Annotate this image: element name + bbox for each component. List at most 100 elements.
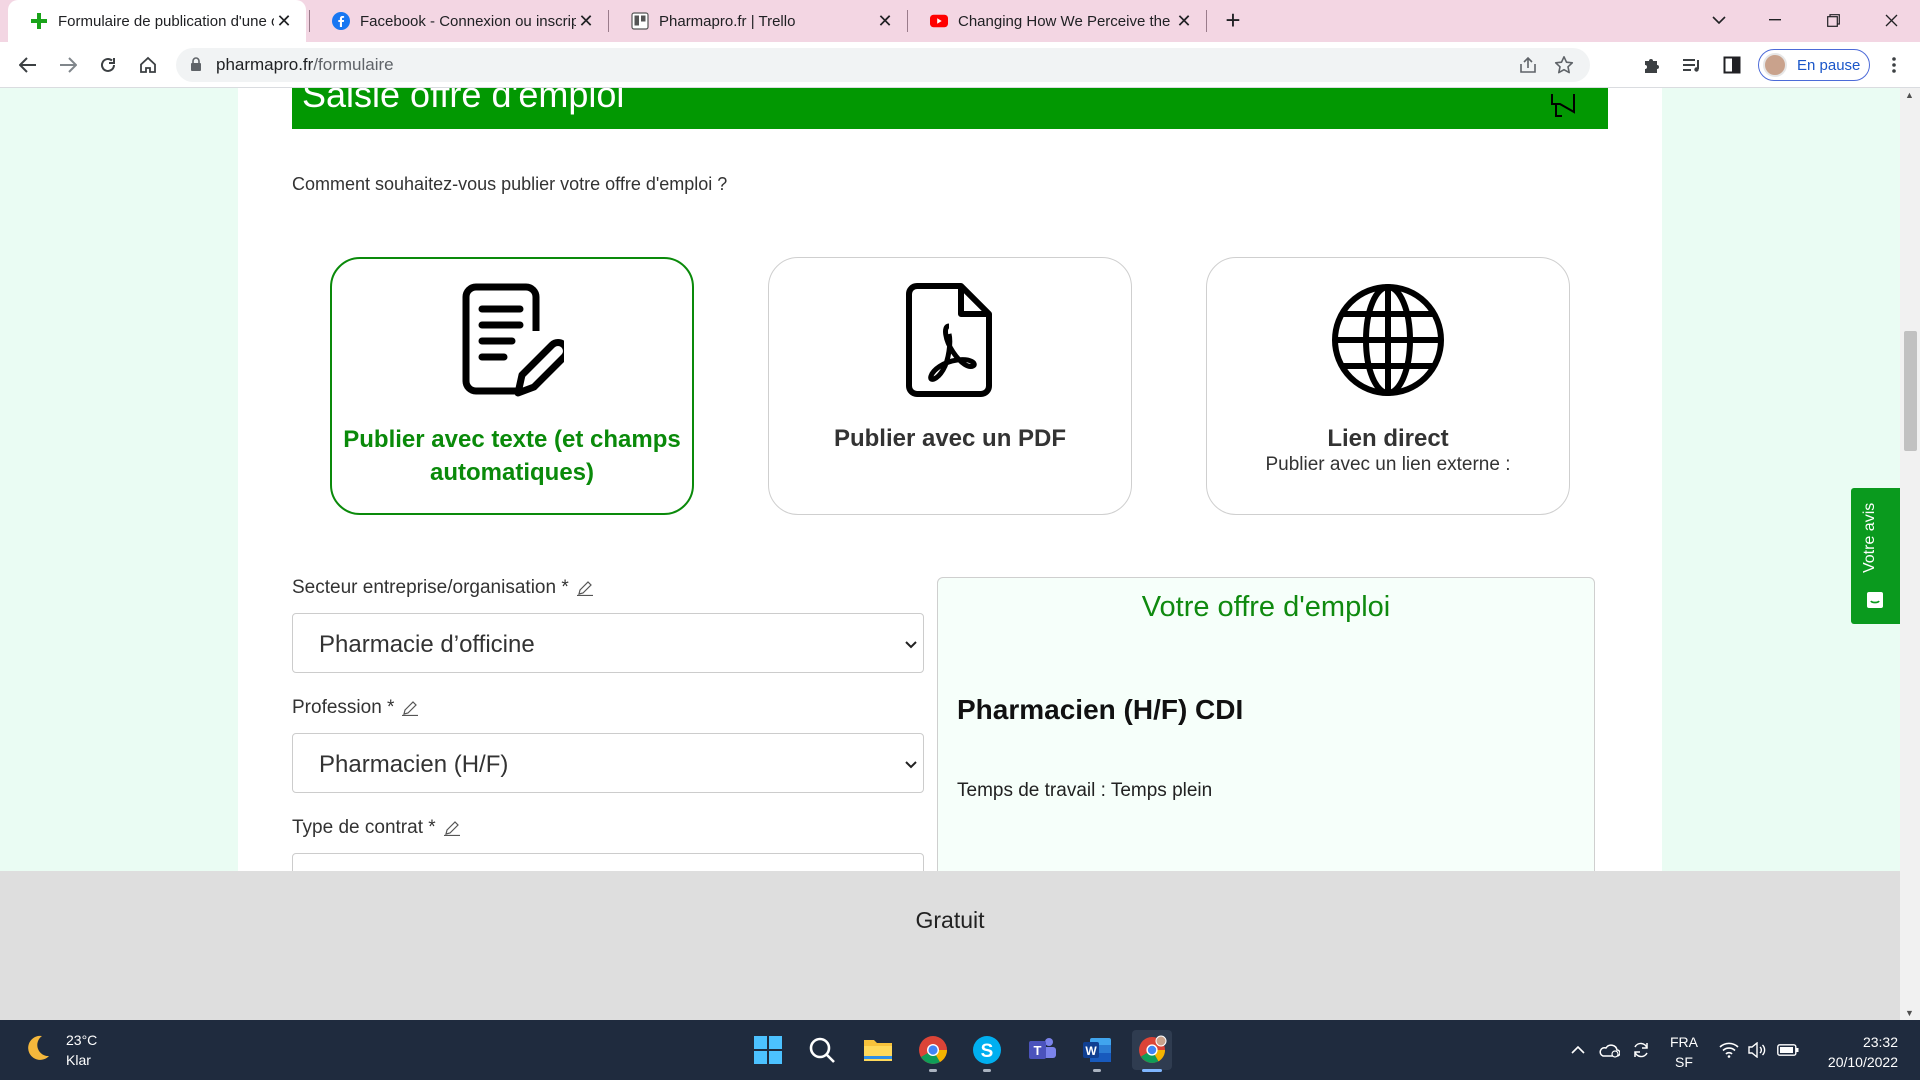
tab-title: Formulaire de publication d'une offre: [58, 12, 274, 30]
minimize-button[interactable]: [1752, 0, 1798, 40]
close-icon[interactable]: ✕: [274, 11, 294, 32]
menu-kebab-icon[interactable]: [1878, 49, 1910, 81]
word-icon[interactable]: W: [1077, 1030, 1117, 1072]
bookmark-star-icon[interactable]: [1554, 55, 1574, 80]
pencil-icon[interactable]: [402, 700, 419, 716]
chrome-profile-icon[interactable]: [1132, 1030, 1172, 1072]
pdf-file-icon: [769, 282, 1131, 398]
forward-button[interactable]: [52, 49, 84, 81]
profile-status: En pause: [1797, 56, 1861, 74]
megaphone-icon: [1550, 90, 1586, 123]
option-card-text[interactable]: Publier avec texte (et champs automatiqu…: [330, 257, 694, 515]
chevron-down-icon: [905, 756, 917, 774]
option-title: Lien direct: [1327, 425, 1449, 452]
restore-button[interactable]: [1810, 0, 1856, 40]
avatar: [1763, 53, 1787, 77]
profession-select[interactable]: Pharmacien (H/F): [292, 733, 924, 793]
share-icon[interactable]: [1518, 55, 1538, 80]
sync-icon[interactable]: [1628, 1020, 1654, 1080]
tab-facebook[interactable]: Facebook - Connexion ou inscription ✕: [310, 0, 608, 42]
publish-question: Comment souhaitez-vous publier votre off…: [292, 174, 728, 194]
tab-search-chevron-icon[interactable]: [1696, 0, 1742, 40]
volume-icon[interactable]: [1744, 1020, 1770, 1080]
wifi-icon[interactable]: [1716, 1020, 1742, 1080]
profession-label: Profession *: [292, 697, 419, 719]
preview-work-time: Temps de travail : Temps plein: [957, 780, 1213, 801]
svg-text:S: S: [981, 1041, 994, 1062]
new-tab-button[interactable]: +: [1210, 0, 1256, 40]
youtube-icon: [930, 12, 948, 30]
chevron-down-icon: [905, 636, 917, 654]
footer-text: Gratuit: [915, 907, 985, 933]
browser-tab-strip: Formulaire de publication d'une offre ✕ …: [0, 0, 1920, 42]
clock[interactable]: 23:32 20/10/2022: [1816, 1032, 1898, 1072]
close-icon[interactable]: ✕: [875, 11, 895, 32]
tab-title: Facebook - Connexion ou inscription: [360, 12, 576, 30]
contract-label: Type de contrat *: [292, 817, 460, 839]
extensions-puzzle-icon[interactable]: [1636, 49, 1668, 81]
back-button[interactable]: [12, 49, 44, 81]
preview-heading: Votre offre d'emploi: [1141, 591, 1391, 623]
scroll-down-arrow-icon[interactable]: ▼: [1905, 1008, 1914, 1018]
skype-icon[interactable]: S: [967, 1030, 1007, 1072]
pencil-icon[interactable]: [443, 820, 460, 836]
pencil-icon[interactable]: [576, 580, 593, 596]
profession-value: Pharmacien (H/F): [319, 751, 509, 778]
language-indicator[interactable]: FRA SF: [1668, 1032, 1700, 1072]
reload-button[interactable]: [92, 49, 124, 81]
option-title: Publier avec texte (et champs automatiqu…: [343, 426, 681, 486]
page-title: Saisie offre d'emploi: [302, 88, 625, 115]
globe-icon: [1207, 282, 1569, 398]
smiley-chat-icon: [1865, 590, 1885, 615]
page-header-bar: Saisie offre d'emploi: [292, 88, 1608, 129]
chrome-icon[interactable]: [913, 1030, 953, 1072]
moon-icon: [22, 1033, 52, 1068]
option-card-link[interactable]: Lien direct Publier avec un lien externe…: [1206, 257, 1570, 515]
tab-youtube[interactable]: Changing How We Perceive the World ✕: [908, 0, 1206, 42]
sector-value: Pharmacie d’officine: [319, 631, 535, 658]
battery-icon[interactable]: [1774, 1020, 1802, 1080]
pharma-cross-icon: [30, 12, 48, 30]
tab-title: Changing How We Perceive the World: [958, 12, 1174, 30]
close-icon[interactable]: ✕: [576, 11, 596, 32]
weather-temp: 23°C: [66, 1032, 98, 1048]
scroll-up-arrow-icon[interactable]: ▲: [1905, 90, 1914, 100]
sector-label: Secteur entreprise/organisation *: [292, 577, 593, 599]
option-card-pdf[interactable]: Publier avec un PDF: [768, 257, 1132, 515]
lock-icon[interactable]: [190, 57, 202, 77]
address-bar[interactable]: pharmapro.fr/formulaire: [176, 48, 1590, 82]
page-viewport: Saisie offre d'emploi Comment souhaitez-…: [0, 88, 1900, 1020]
svg-text:T: T: [1034, 1043, 1042, 1058]
sector-select[interactable]: Pharmacie d’officine: [292, 613, 924, 673]
home-button[interactable]: [132, 49, 164, 81]
facebook-icon: [332, 12, 350, 30]
weather-condition: Klar: [66, 1052, 91, 1068]
option-title: Publier avec un PDF: [833, 425, 1067, 452]
windows-start-icon[interactable]: [748, 1030, 788, 1070]
text-document-edit-icon: [332, 283, 692, 399]
feedback-label: Votre avis: [1861, 502, 1878, 573]
media-queue-icon[interactable]: [1676, 49, 1708, 81]
chevron-up-icon[interactable]: [1566, 1020, 1590, 1080]
onedrive-cloud-icon[interactable]: [1596, 1020, 1622, 1080]
profile-button[interactable]: En pause: [1758, 49, 1870, 81]
file-explorer-icon[interactable]: [858, 1030, 898, 1070]
weather-widget[interactable]: 23°C Klar: [22, 1030, 97, 1070]
footer-band: Gratuit: [0, 871, 1900, 1020]
trello-icon: [631, 12, 649, 30]
search-icon[interactable]: [802, 1030, 842, 1070]
preview-job-title: Pharmacien (H/F) CDI: [957, 694, 1244, 725]
feedback-tab[interactable]: Votre avis: [1851, 488, 1900, 624]
page-scrollbar[interactable]: ▲ ▼: [1900, 88, 1920, 1020]
teams-icon[interactable]: T: [1022, 1030, 1062, 1070]
scroll-thumb[interactable]: [1904, 331, 1917, 451]
tab-formulaire[interactable]: Formulaire de publication d'une offre ✕: [8, 0, 306, 42]
close-icon[interactable]: ✕: [1174, 11, 1194, 32]
close-window-button[interactable]: [1868, 0, 1914, 40]
svg-text:W: W: [1085, 1044, 1097, 1058]
option-subtitle: Publier avec un lien externe :: [1265, 454, 1511, 475]
side-panel-icon[interactable]: [1716, 49, 1748, 81]
tab-trello[interactable]: Pharmapro.fr | Trello ✕: [609, 0, 907, 42]
tab-title: Pharmapro.fr | Trello: [659, 12, 796, 30]
tab-separator: [1206, 10, 1207, 32]
